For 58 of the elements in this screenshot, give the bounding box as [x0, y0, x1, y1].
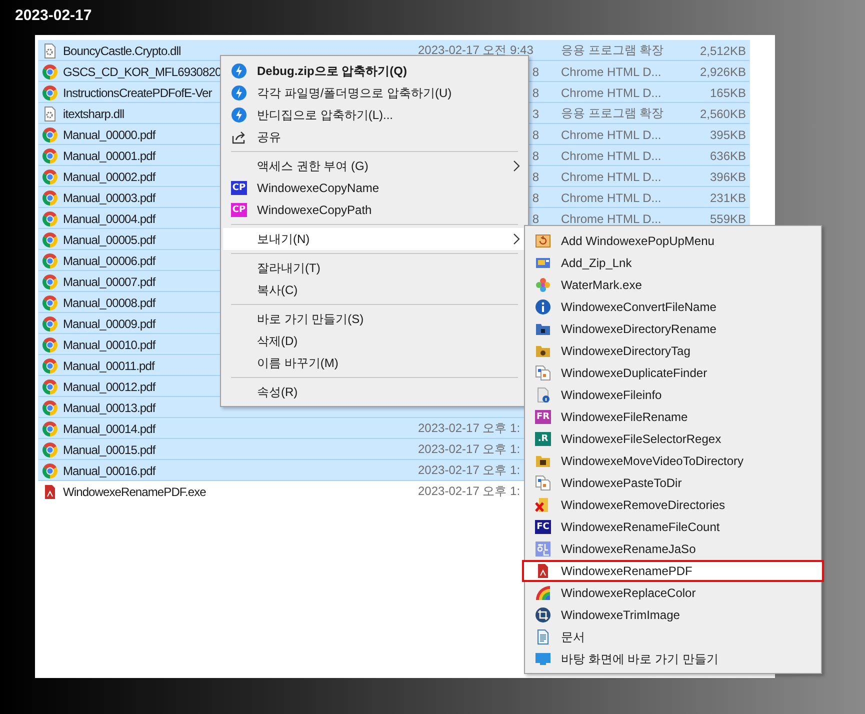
- file-name: Manual_00010.pdf: [63, 338, 156, 352]
- file-name: BouncyCastle.Crypto.dll: [63, 44, 181, 58]
- file-name: Manual_00006.pdf: [63, 254, 156, 268]
- file-size: 2,512KB: [700, 44, 746, 58]
- file-type: Chrome HTML D...: [561, 86, 662, 100]
- file-name: Manual_00008.pdf: [63, 296, 156, 310]
- file-type: Chrome HTML D...: [561, 170, 662, 184]
- file-name: Manual_00001.pdf: [63, 148, 156, 162]
- modified-date: 2023-02-17 오후 1:: [418, 420, 520, 437]
- modified-date: 8: [532, 190, 539, 204]
- file-type: 응용 프로그램 확장: [561, 106, 664, 120]
- modified-date: 8: [532, 64, 539, 78]
- file-name: Manual_00000.pdf: [63, 128, 156, 142]
- file-name: Manual_00012.pdf: [63, 380, 156, 394]
- file-size: 395KB: [710, 128, 746, 142]
- modified-date: 8: [532, 170, 539, 184]
- app-badge-icon: FR: [535, 410, 551, 424]
- modified-date: 8: [532, 148, 539, 162]
- app-badge-icon: FC: [535, 520, 551, 534]
- file-name: Manual_00004.pdf: [63, 212, 156, 226]
- file-size: 2,560KB: [700, 106, 746, 120]
- file-type: Chrome HTML D...: [561, 212, 662, 226]
- file-name: Manual_00015.pdf: [63, 442, 156, 456]
- file-name: Manual_00011.pdf: [63, 358, 154, 372]
- modified-date: 2023-02-17 오후 1:: [418, 462, 520, 479]
- file-size: 231KB: [710, 190, 746, 204]
- file-name: GSCS_CD_KOR_MFL6930820: [63, 64, 222, 78]
- app-badge-icon: CP: [231, 181, 247, 195]
- file-size: 559KB: [710, 212, 746, 226]
- app-badge-icon: CP: [231, 203, 247, 217]
- file-name: WindowexeRenamePDF.exe: [63, 484, 206, 498]
- file-type: Chrome HTML D...: [561, 190, 662, 204]
- file-name: Manual_00005.pdf: [63, 232, 156, 246]
- modified-date: 2023-02-17 오후 1:: [418, 441, 520, 458]
- modified-date: 8: [532, 212, 539, 226]
- date-caption: 2023-02-17: [15, 7, 92, 24]
- file-name: Manual_00016.pdf: [63, 464, 156, 478]
- file-name: Manual_00014.pdf: [63, 422, 156, 436]
- file-type: Chrome HTML D...: [561, 64, 662, 78]
- file-name: Manual_00009.pdf: [63, 316, 156, 330]
- file-name: Manual_00003.pdf: [63, 190, 156, 204]
- file-size: 396KB: [710, 170, 746, 184]
- modified-date: 3: [532, 106, 539, 120]
- file-type: Chrome HTML D...: [561, 128, 662, 142]
- file-size: 636KB: [710, 148, 746, 162]
- file-name: InstructionsCreatePDFofE-Ver: [63, 86, 212, 100]
- file-size: 165KB: [710, 86, 746, 100]
- modified-date: 2023-02-17 오후 1:: [418, 483, 520, 500]
- app-badge-icon: .R: [535, 432, 551, 446]
- file-name: itextsharp.dll: [63, 106, 124, 120]
- file-name: Manual_00002.pdf: [63, 170, 156, 184]
- modified-date: 8: [532, 128, 539, 142]
- file-type: Chrome HTML D...: [561, 148, 662, 162]
- file-name: Manual_00013.pdf: [63, 400, 156, 414]
- file-name: Manual_00007.pdf: [63, 274, 156, 288]
- modified-date: 8: [532, 86, 539, 100]
- file-size: 2,926KB: [700, 64, 746, 78]
- file-type: 응용 프로그램 확장: [561, 43, 664, 57]
